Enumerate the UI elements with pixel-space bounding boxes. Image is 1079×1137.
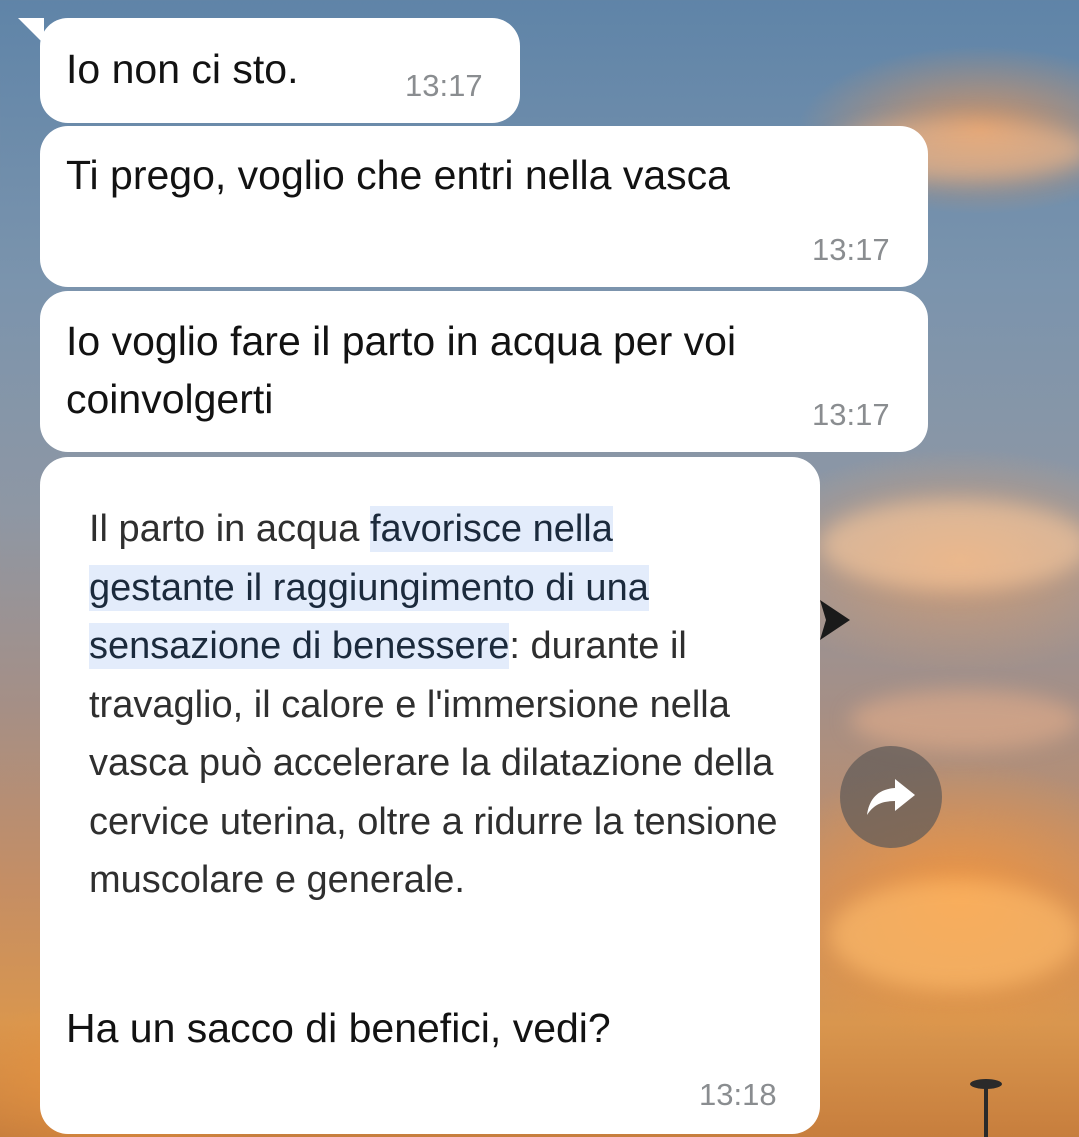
message-text: Io voglio fare il parto in acqua per voi… <box>66 318 748 422</box>
message-bubble-2[interactable]: Ti prego, voglio che entri nella vasca 1… <box>40 126 928 287</box>
snippet-text: Il parto in acqua <box>89 508 370 550</box>
snippet-highlight: favorisce nella <box>369 506 613 552</box>
message-bubble-3[interactable]: Io voglio fare il parto in acqua per voi… <box>40 291 928 452</box>
background-cloud <box>830 880 1079 990</box>
forward-arrow-icon <box>867 779 915 815</box>
snippet-highlight: gestante il raggiungimento di una <box>89 564 649 611</box>
snippet-highlight: sensazione di benessere <box>89 623 510 669</box>
message-time: 13:17 <box>405 68 483 103</box>
message-time: 13:17 <box>812 232 890 267</box>
message-bubble-1[interactable]: Io non ci sto. 13:17 <box>40 18 520 123</box>
forward-button[interactable] <box>840 746 942 848</box>
message-time: 13:18 <box>699 1077 777 1112</box>
street-lamp-icon <box>970 1079 1002 1137</box>
message-text: Io non ci sto. <box>66 46 299 92</box>
message-text: Ha un sacco di benefici, vedi? <box>66 1005 611 1051</box>
background-cloud <box>850 690 1079 750</box>
bird-silhouette-icon <box>820 600 850 640</box>
background-cloud <box>820 500 1079 590</box>
quoted-search-snippet: Il parto in acqua favorisce nella gestant… <box>89 500 789 910</box>
message-text: Ti prego, voglio che entri nella vasca <box>66 152 730 198</box>
message-time: 13:17 <box>812 397 890 432</box>
